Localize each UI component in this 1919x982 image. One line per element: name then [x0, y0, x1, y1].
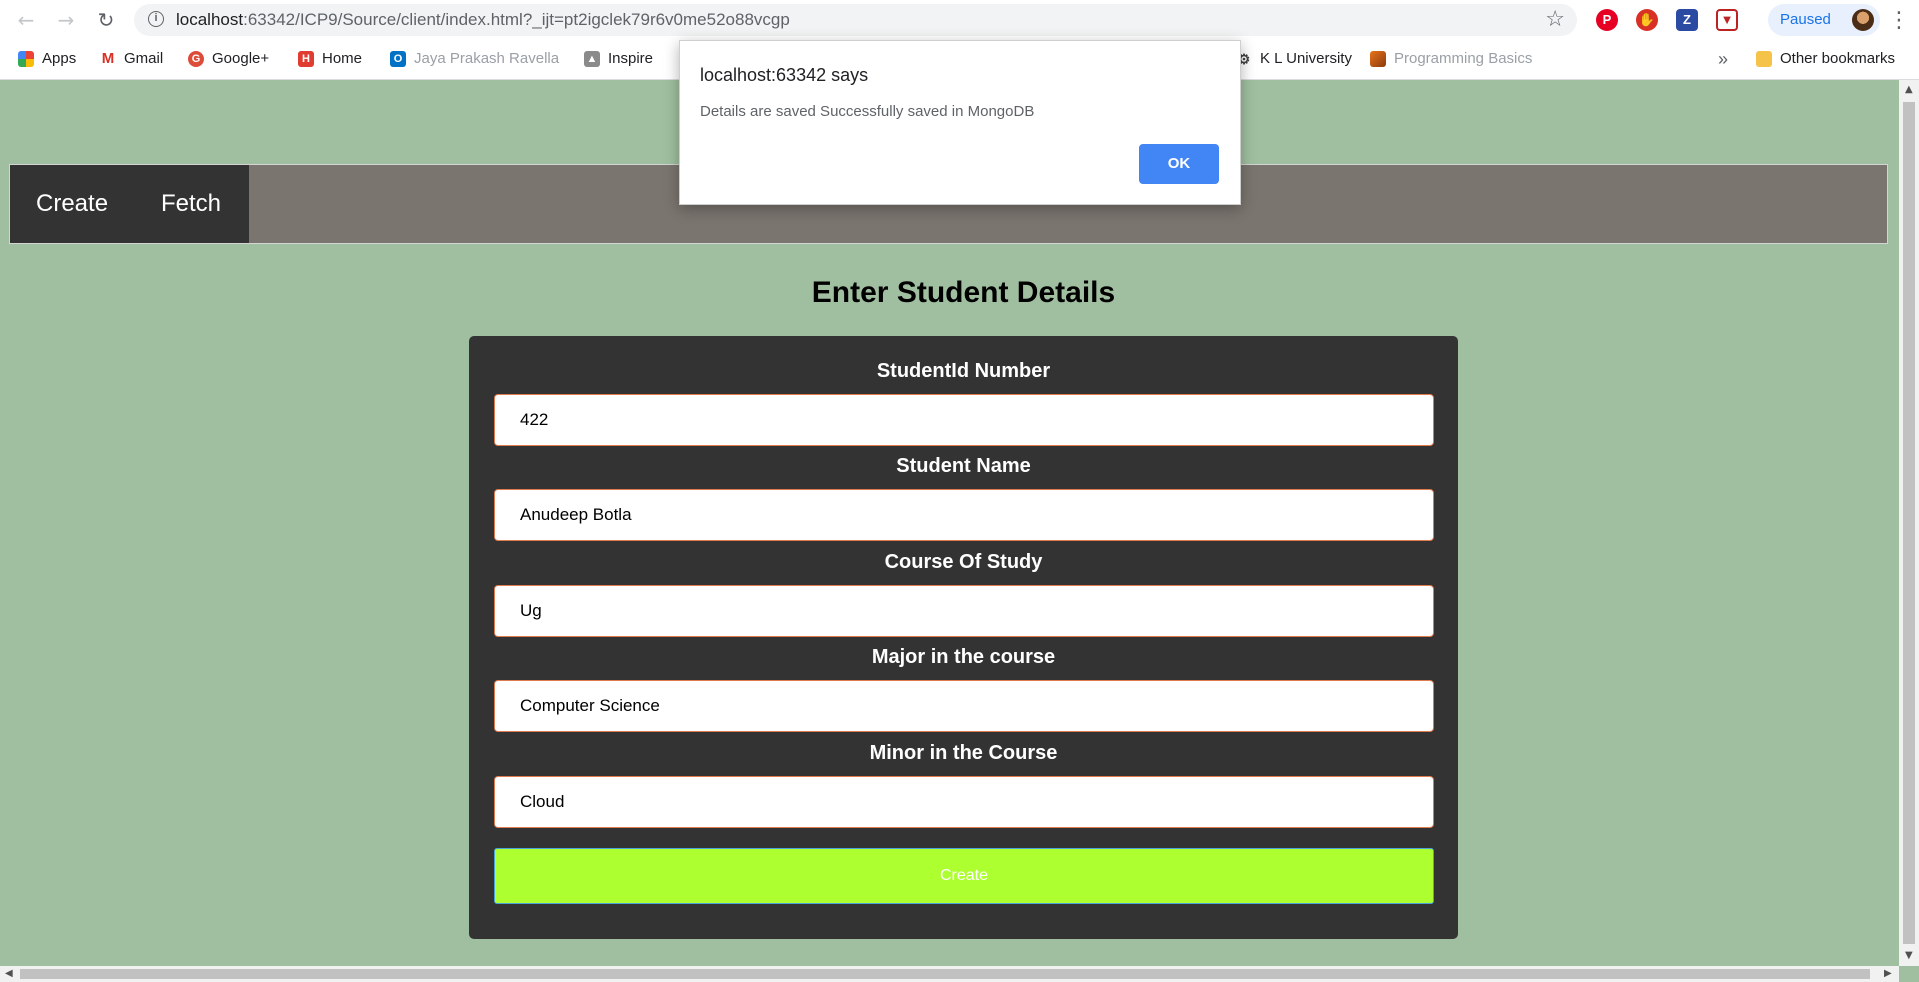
bookmark-kl-university[interactable]: ⚙ K L University	[1236, 40, 1352, 78]
page-title: Enter Student Details	[811, 276, 1116, 309]
reload-icon[interactable]: ↻	[94, 8, 118, 32]
bookmark-label: Other bookmarks	[1780, 50, 1896, 67]
nav-tab-create[interactable]: Create	[36, 165, 108, 243]
back-arrow-icon[interactable]: ←	[14, 8, 38, 32]
folder-icon	[1756, 51, 1772, 68]
bookmark-label: Inspire	[608, 50, 654, 67]
student-id-input[interactable]: 422	[494, 394, 1434, 446]
major-input[interactable]: Computer Science	[494, 680, 1434, 732]
pocket-extension-icon[interactable]: ▼	[1716, 9, 1738, 31]
horizontal-scrollbar[interactable]: ◀ ▶	[0, 966, 1899, 982]
bookmark-label: Apps	[42, 50, 77, 67]
bookmark-other-bookmarks[interactable]: Other bookmarks	[1756, 40, 1895, 78]
minor-input[interactable]: Cloud	[494, 776, 1434, 828]
site-info-icon[interactable]: i	[148, 11, 164, 27]
bookmark-programming-basics[interactable]: Programming Basics	[1370, 40, 1532, 78]
ok-button[interactable]: OK	[1139, 144, 1219, 184]
field-label-major: Major in the course	[871, 646, 1056, 668]
address-bar[interactable]: i localhost:63342/ICP9/Source/client/ind…	[134, 4, 1577, 36]
programming-icon	[1370, 51, 1386, 68]
vertical-scrollbar[interactable]: ▲ ▼	[1899, 80, 1919, 966]
url-host: localhost	[176, 10, 244, 29]
adblock-extension-icon[interactable]: ✋	[1636, 9, 1658, 31]
field-label-student-id: StudentId Number	[876, 360, 1051, 382]
outlook-icon: O	[390, 51, 406, 68]
course-of-study-input[interactable]: Ug	[494, 585, 1434, 637]
field-label-minor: Minor in the Course	[869, 742, 1058, 764]
bookmark-label: Home	[322, 50, 363, 67]
bookmark-label: K L University	[1260, 50, 1352, 67]
scroll-up-arrow-icon[interactable]: ▲	[1905, 84, 1913, 95]
more-bookmarks-icon[interactable]: »	[1718, 40, 1728, 78]
url-path: :63342/ICP9/Source/client/index.html?_ij…	[243, 10, 790, 29]
nav-tab-fetch[interactable]: Fetch	[161, 165, 221, 243]
scroll-down-arrow-icon[interactable]: ▼	[1905, 950, 1913, 961]
zotero-extension-icon[interactable]: Z	[1676, 9, 1698, 31]
browser-toolbar: ← → ↻ i localhost:63342/ICP9/Source/clie…	[0, 0, 1919, 40]
forward-arrow-icon[interactable]: →	[54, 8, 78, 32]
profile-status-label: Paused	[1780, 11, 1831, 28]
bookmark-label: Google+	[212, 50, 270, 67]
alert-dialog: localhost:63342 says Details are saved S…	[679, 40, 1241, 205]
horizontal-scroll-thumb[interactable]	[20, 969, 1870, 979]
bookmark-label: Gmail	[124, 50, 164, 67]
create-button[interactable]: Create	[494, 848, 1434, 904]
dialog-title: localhost:63342 says	[700, 65, 869, 85]
bookmark-gmail[interactable]: M Gmail	[100, 40, 163, 78]
vertical-scroll-thumb[interactable]	[1903, 102, 1915, 944]
page-content: Create Fetch Enter Student Details Stude…	[0, 80, 1899, 966]
scroll-left-arrow-icon[interactable]: ◀	[5, 968, 13, 979]
avatar	[1852, 9, 1874, 31]
address-url[interactable]: localhost:63342/ICP9/Source/client/index…	[176, 4, 790, 36]
bookmark-label: Programming Basics	[1394, 50, 1533, 67]
bookmark-jaya-prakash[interactable]: O Jaya Prakash Ravella	[390, 40, 559, 78]
google-plus-icon: G	[188, 51, 204, 68]
nav-tab-group: Create Fetch	[10, 165, 249, 243]
bookmark-apps[interactable]: Apps	[18, 40, 76, 78]
bookmark-google-plus[interactable]: G Google+	[188, 40, 269, 78]
scroll-right-arrow-icon[interactable]: ▶	[1884, 968, 1892, 979]
apps-grid-icon	[18, 51, 34, 68]
profile-button[interactable]: Paused	[1768, 4, 1880, 36]
home-site-icon: H	[298, 51, 314, 68]
field-label-student-name: Student Name	[896, 455, 1031, 477]
pinterest-extension-icon[interactable]: P	[1596, 9, 1618, 31]
bookmark-star-icon[interactable]: ☆	[1545, 7, 1565, 32]
dialog-message: Details are saved Successfully saved in …	[700, 103, 1035, 120]
bookmark-home[interactable]: H Home	[298, 40, 362, 78]
student-name-input[interactable]: Anudeep Botla	[494, 489, 1434, 541]
browser-menu-icon[interactable]: ⋮	[1888, 8, 1910, 33]
gmail-icon: M	[100, 50, 116, 68]
student-form: StudentId Number 422 Student Name Anudee…	[469, 336, 1458, 939]
inspire-icon: ▲	[584, 51, 600, 68]
field-label-course: Course Of Study	[884, 551, 1043, 573]
bookmark-inspire[interactable]: ▲ Inspire	[584, 40, 653, 78]
bookmark-label: Jaya Prakash Ravella	[414, 50, 560, 67]
